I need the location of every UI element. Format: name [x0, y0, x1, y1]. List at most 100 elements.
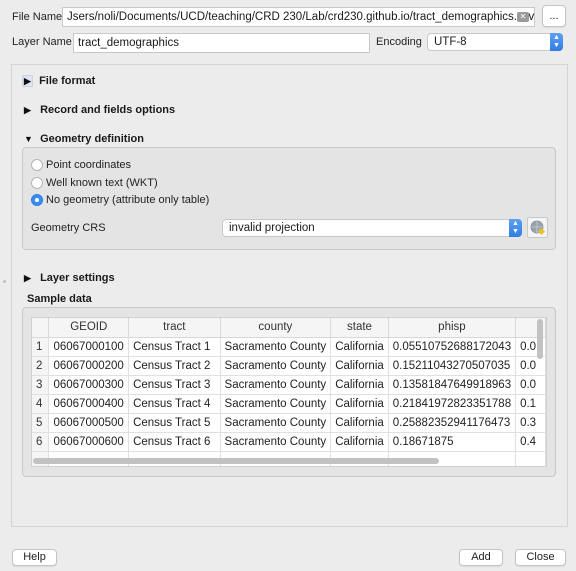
row-number: 2: [32, 356, 50, 376]
table-cell: Census Tract 6: [128, 432, 221, 452]
radio-button-selected[interactable]: [31, 194, 43, 207]
table-cell: 0.4: [515, 432, 546, 452]
table-cell: Sacramento County: [220, 432, 332, 452]
table-cell: Census Tract 2: [128, 356, 221, 376]
table-cell: Sacramento County: [220, 356, 332, 376]
table-cell: California: [330, 432, 389, 452]
triangle-right-icon: ▶: [24, 273, 31, 283]
table-cell: 06067000400: [48, 394, 130, 414]
section-file-format-label: File format: [39, 75, 96, 87]
triangle-right-icon: ▶: [22, 75, 33, 87]
section-layer-settings-label: Layer settings: [40, 272, 115, 284]
clear-icon[interactable]: ✕: [517, 12, 529, 22]
table-cell: 0.21841972823351788: [388, 394, 517, 414]
layer-name-input[interactable]: tract_demographics: [73, 33, 370, 53]
section-geometry-definition-label: Geometry definition: [40, 133, 144, 145]
radio-label: No geometry (attribute only table): [46, 194, 210, 206]
section-record-fields[interactable]: ▶ Record and fields options: [24, 104, 175, 116]
browse-button[interactable]: ...: [542, 5, 566, 27]
table-cell: Census Tract 4: [128, 394, 221, 414]
triangle-down-icon: ▼: [24, 134, 33, 144]
table-cell: 0.15211043270507035: [388, 356, 517, 376]
table-cell: 06067000600: [48, 432, 130, 452]
help-button[interactable]: Help: [12, 549, 57, 566]
crs-select[interactable]: invalid projection ▲ ▼: [222, 219, 522, 237]
section-geometry-definition[interactable]: ▼ Geometry definition: [24, 133, 144, 145]
table-cell: 0.3: [515, 413, 546, 433]
table-cell: California: [330, 356, 389, 376]
table-cell: 06067000100: [48, 337, 130, 357]
radio-label: Well known text (WKT): [46, 177, 158, 189]
close-button[interactable]: Close: [515, 549, 566, 566]
chevron-updown-icon: ▲ ▼: [509, 219, 522, 237]
table-cell: 0.25882352941176473: [388, 413, 517, 433]
table-cell: Census Tract 3: [128, 375, 221, 395]
table-cell: 06067000500: [48, 413, 130, 433]
encoding-value: UTF-8: [434, 36, 467, 48]
table-cell: Sacramento County: [220, 375, 332, 395]
section-record-fields-label: Record and fields options: [40, 104, 176, 116]
table-cell: Census Tract 1: [128, 337, 221, 357]
layer-name-label: Layer Name: [12, 36, 72, 48]
column-header-state[interactable]: state: [330, 318, 389, 338]
row-number: 3: [32, 375, 50, 395]
radio-no-geometry[interactable]: No geometry (attribute only table): [31, 194, 210, 207]
table-cell: California: [330, 413, 389, 433]
table-header-row: GEOID tract county state phisp: [32, 318, 546, 338]
table-cell: 06067000200: [48, 356, 130, 376]
encoding-select[interactable]: UTF-8 ▲ ▼: [427, 33, 563, 51]
column-header-tract[interactable]: tract: [128, 318, 221, 338]
horizontal-scrollbar[interactable]: [33, 458, 439, 464]
table-cell: 0.1: [515, 394, 546, 414]
file-name-label: File Name: [12, 11, 63, 23]
file-name-input[interactable]: Jsers/noli/Documents/UCD/teaching/CRD 23…: [62, 7, 535, 27]
column-header-rownum: [32, 318, 50, 338]
row-number: 4: [32, 394, 50, 414]
radio-point-coordinates[interactable]: Point coordinates: [31, 159, 131, 172]
table-cell: California: [330, 337, 389, 357]
table-cell: Sacramento County: [220, 394, 332, 414]
radio-label: Point coordinates: [46, 159, 131, 171]
table-cell: Sacramento County: [220, 413, 332, 433]
sample-data-table[interactable]: GEOID tract county state phisp 1 06067000…: [31, 317, 547, 467]
row-number: 6: [32, 432, 50, 452]
geometry-crs-label: Geometry CRS: [31, 222, 106, 234]
add-button[interactable]: Add: [459, 549, 503, 566]
vertical-scrollbar[interactable]: [537, 319, 543, 359]
file-name-value: Jsers/noli/Documents/UCD/teaching/CRD 23…: [67, 11, 535, 23]
sample-data-heading: Sample data: [27, 293, 92, 305]
radio-wkt[interactable]: Well known text (WKT): [31, 177, 158, 190]
column-header-geoid[interactable]: GEOID: [48, 318, 130, 338]
table-cell: 0.13581847649918963: [388, 375, 517, 395]
table-row[interactable]: 1 06067000100 Census Tract 1 Sacramento Cou…: [32, 337, 546, 357]
row-number: 5: [32, 413, 50, 433]
radio-button[interactable]: [31, 177, 43, 190]
table-cell: 0.18671875: [388, 432, 517, 452]
splitter-handle[interactable]: [3, 280, 6, 283]
table-cell: California: [330, 375, 389, 395]
section-layer-settings[interactable]: ▶ Layer settings: [24, 272, 115, 284]
table-row[interactable]: 5 06067000500 Census Tract 5 Sacramento Cou…: [32, 413, 546, 433]
crs-value: invalid projection: [229, 222, 315, 234]
table-row[interactable]: 4 06067000400 Census Tract 4 Sacramento Cou…: [32, 394, 546, 414]
table-cell: California: [330, 394, 389, 414]
crs-selector-button[interactable]: [527, 217, 548, 238]
table-cell: 0.0: [515, 356, 546, 376]
section-file-format[interactable]: ▶ File format: [22, 75, 95, 87]
chevron-updown-icon: ▲ ▼: [550, 33, 563, 51]
table-cell: Sacramento County: [220, 337, 332, 357]
table-cell: 06067000300: [48, 375, 130, 395]
table-row[interactable]: 6 06067000600 Census Tract 6 Sacramento Cou…: [32, 432, 546, 452]
triangle-right-icon: ▶: [24, 105, 31, 115]
table-row[interactable]: 2 06067000200 Census Tract 2 Sacramento Cou…: [32, 356, 546, 376]
column-header-phisp[interactable]: phisp: [388, 318, 517, 338]
table-cell: 0.05510752688172043: [388, 337, 517, 357]
table-cell: [515, 451, 546, 466]
radio-button[interactable]: [31, 159, 43, 172]
row-number: 1: [32, 337, 50, 357]
encoding-label: Encoding: [376, 36, 422, 48]
table-cell: Census Tract 5: [128, 413, 221, 433]
column-header-county[interactable]: county: [220, 318, 332, 338]
globe-icon: [530, 220, 546, 236]
table-row[interactable]: 3 06067000300 Census Tract 3 Sacramento Cou…: [32, 375, 546, 395]
